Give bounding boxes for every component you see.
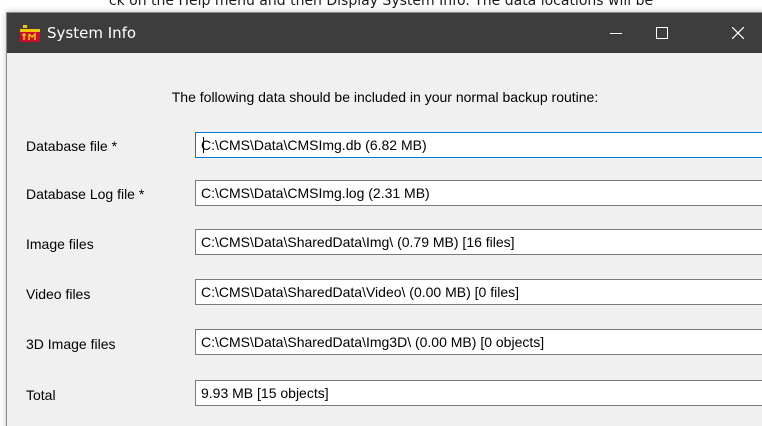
page: ck on the Help menu and then Display Sys…: [0, 0, 762, 426]
backup-info-heading: The following data should be included in…: [171, 89, 599, 105]
image-files-label: Image files: [26, 236, 94, 252]
database-file-field[interactable]: [195, 132, 762, 158]
video-files-label: Video files: [26, 286, 91, 302]
app-icon: [19, 23, 41, 43]
window-title: System Info: [47, 24, 137, 42]
database-log-file-label: Database Log file *: [26, 186, 145, 202]
title-bar[interactable]: System Info: [7, 13, 762, 53]
close-icon: [732, 27, 744, 39]
3d-image-files-label: 3D Image files: [26, 336, 116, 352]
close-button[interactable]: [715, 13, 761, 53]
database-file-label: Database file *: [26, 138, 118, 154]
document-text-fragment: ck on the Help menu and then Display Sys…: [108, 0, 654, 9]
image-files-field[interactable]: [195, 229, 762, 255]
total-field[interactable]: [195, 380, 762, 406]
total-label: Total: [26, 387, 56, 403]
system-info-window: System Info The following data should be…: [6, 12, 762, 426]
minimize-button[interactable]: [593, 13, 639, 53]
window-content: The following data should be included in…: [7, 53, 762, 426]
maximize-icon: [656, 27, 668, 39]
maximize-button[interactable]: [639, 13, 685, 53]
3d-image-files-field[interactable]: [195, 329, 762, 355]
video-files-field[interactable]: [195, 279, 762, 305]
minimize-icon: [610, 33, 622, 34]
text-caret: [203, 137, 204, 153]
database-log-file-field[interactable]: [195, 180, 762, 206]
